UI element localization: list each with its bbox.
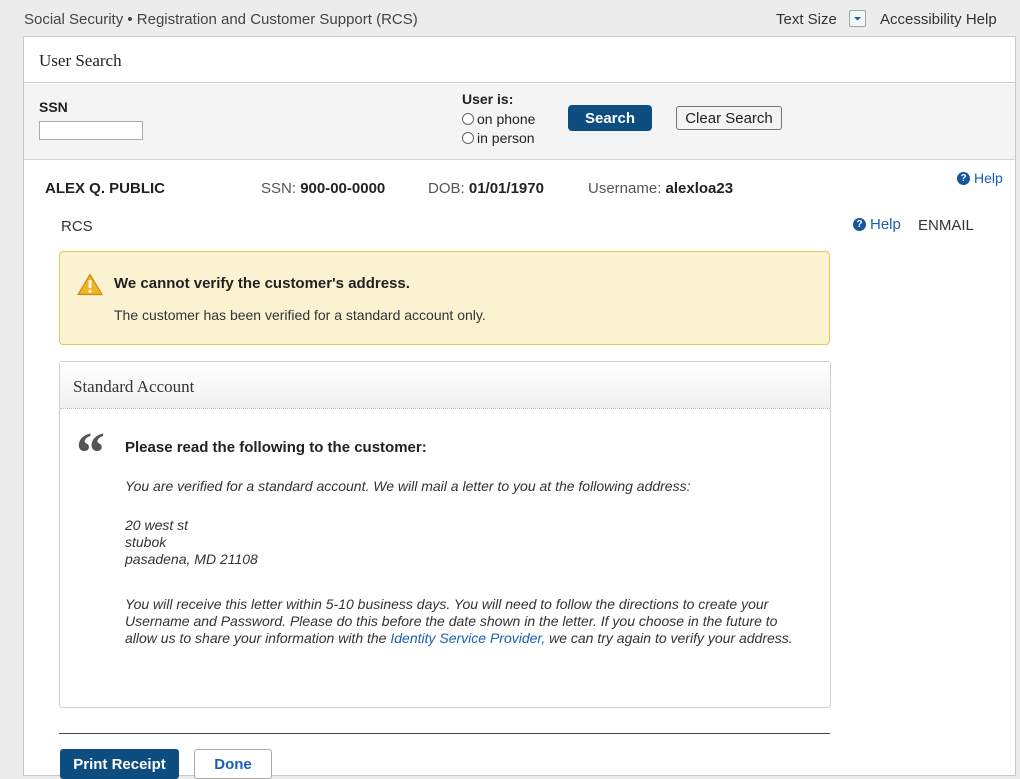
- address-warning: We cannot verify the customer's address.…: [59, 251, 830, 345]
- rcs-label: RCS: [61, 218, 93, 235]
- radio-on-phone[interactable]: on phone: [462, 111, 535, 127]
- app-title: Social Security • Registration and Custo…: [24, 11, 418, 28]
- text-size-dropdown[interactable]: [849, 10, 866, 27]
- radio-on-phone-label: on phone: [477, 111, 536, 127]
- customer-help-label: Help: [974, 170, 1003, 186]
- read-to-customer-title: Please read the following to the custome…: [125, 439, 427, 456]
- print-receipt-button[interactable]: Print Receipt: [60, 749, 179, 779]
- customer-dob-label: DOB:: [428, 180, 465, 197]
- customer-help-link[interactable]: ? Help: [957, 170, 1003, 186]
- customer-username: Username: alexloa23: [588, 180, 733, 197]
- address-line: stubok: [125, 534, 167, 550]
- enmail-label: ENMAIL: [918, 217, 974, 234]
- divider: [59, 733, 830, 734]
- standard-account-title: Standard Account: [73, 377, 195, 396]
- user-search-header: User Search: [24, 37, 1015, 83]
- customer-name: ALEX Q. PUBLIC: [45, 180, 166, 197]
- top-bar: Social Security • Registration and Custo…: [0, 0, 1020, 36]
- warning-icon: [77, 273, 103, 296]
- text-size-label: Text Size: [776, 11, 837, 28]
- radio-circle-icon[interactable]: [462, 132, 474, 144]
- customer-ssn: SSN: 900-00-0000: [261, 180, 385, 197]
- customer-ssn-value: 900-00-0000: [300, 180, 386, 197]
- warning-title: We cannot verify the customer's address.: [114, 275, 410, 292]
- radio-in-person-label: in person: [477, 130, 535, 146]
- main-panel: User Search SSN User is: on phone in per…: [23, 36, 1016, 779]
- radio-circle-icon[interactable]: [462, 113, 474, 125]
- customer-username-label: Username:: [588, 180, 662, 197]
- help-icon: ?: [957, 171, 970, 185]
- customer-dob: DOB: 01/01/1970: [428, 180, 544, 197]
- standard-account-header: Standard Account: [60, 362, 830, 409]
- ssn-label: SSN: [39, 99, 68, 115]
- chevron-down-icon: [854, 17, 861, 21]
- mailing-address: 20 west st stubok pasadena, MD 21108: [125, 517, 805, 568]
- user-is-label: User is:: [462, 91, 514, 107]
- clear-search-button[interactable]: Clear Search: [676, 106, 782, 130]
- verification-message: You are verified for a standard account.…: [125, 478, 691, 494]
- accessibility-help-link[interactable]: Accessibility Help: [880, 11, 997, 28]
- standard-account-card: Standard Account “ Please read the follo…: [59, 361, 831, 708]
- section-help-label: Help: [870, 216, 901, 233]
- search-area: SSN User is: on phone in person Search C…: [24, 84, 1015, 160]
- identity-service-provider-link[interactable]: Identity Service Provider,: [390, 630, 545, 646]
- address-line: 20 west st: [125, 517, 189, 533]
- customer-dob-value: 01/01/1970: [468, 180, 544, 197]
- quote-icon: “: [76, 420, 105, 485]
- search-button[interactable]: Search: [568, 105, 652, 131]
- user-search-title: User Search: [39, 51, 122, 70]
- section-help-link[interactable]: ? Help: [853, 216, 901, 233]
- customer-ssn-label: SSN:: [261, 180, 297, 197]
- warning-message: The customer has been verified for a sta…: [114, 307, 486, 323]
- address-line: pasadena, MD 21108: [125, 551, 258, 567]
- help-icon: ?: [853, 218, 866, 231]
- letter-instructions: You will receive this letter within 5-10…: [125, 596, 805, 647]
- ssn-input[interactable]: [39, 121, 143, 140]
- customer-username-value: alexloa23: [665, 180, 734, 197]
- letter-instructions-end: we can try again to verify your address.: [545, 630, 793, 646]
- done-button[interactable]: Done: [194, 749, 272, 779]
- radio-in-person[interactable]: in person: [462, 130, 535, 146]
